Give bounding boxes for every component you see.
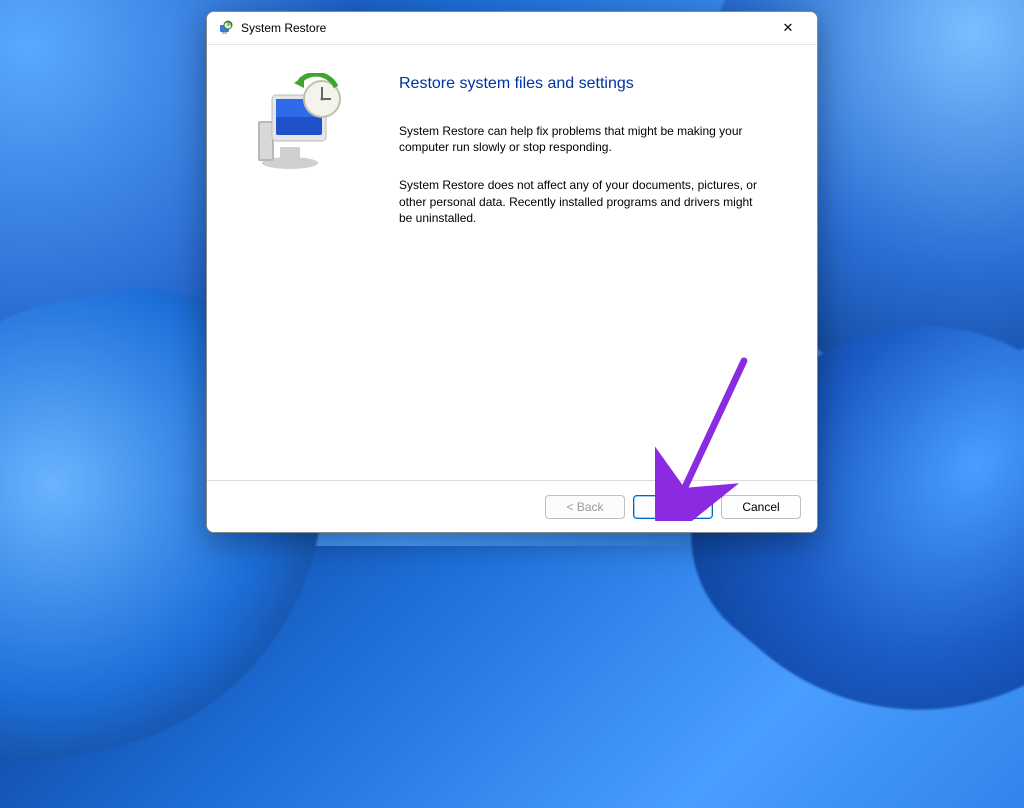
titlebar: System Restore ✕	[207, 12, 817, 44]
page-heading: Restore system files and settings	[399, 75, 777, 93]
sidebar-graphic-area	[207, 45, 381, 480]
window-title: System Restore	[241, 21, 767, 35]
dialog-footer: < Back Next > Cancel	[207, 480, 817, 532]
close-icon: ✕	[783, 20, 794, 36]
restore-large-icon	[242, 73, 352, 176]
back-button[interactable]: < Back	[545, 495, 625, 519]
description-paragraph-1: System Restore can help fix problems tha…	[399, 123, 759, 155]
system-restore-dialog: System Restore ✕	[206, 11, 818, 533]
cancel-button[interactable]: Cancel	[721, 495, 801, 519]
main-panel: Restore system files and settings System…	[381, 45, 817, 480]
restore-icon	[217, 20, 233, 36]
next-button[interactable]: Next >	[633, 495, 713, 519]
description-paragraph-2: System Restore does not affect any of yo…	[399, 177, 759, 226]
close-button[interactable]: ✕	[767, 14, 809, 42]
dialog-content: Restore system files and settings System…	[207, 44, 817, 480]
